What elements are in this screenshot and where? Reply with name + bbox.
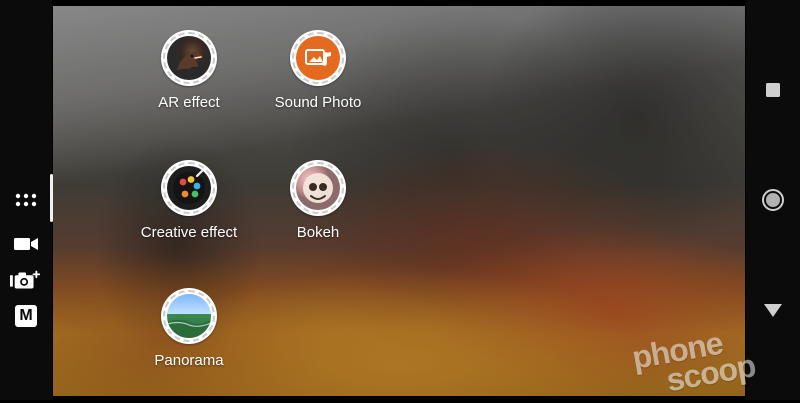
video-camera-icon [14,238,38,250]
mode-grid-button[interactable] [10,186,42,214]
bokeh-icon [296,166,340,210]
circle-icon [762,189,784,211]
home-button[interactable] [746,180,800,220]
manual-label: M [19,307,33,324]
panorama-label: Panorama [154,352,224,369]
mode-camera-plus-button[interactable] [10,266,42,294]
mode-manual-button[interactable]: M [10,302,42,330]
square-icon [766,83,780,97]
menu-item-panorama[interactable]: Panorama [109,288,269,370]
mode-video-button[interactable] [10,230,42,258]
creative-effect-button[interactable] [161,160,217,216]
recents-button[interactable] [746,70,800,110]
menu-item-sound-photo[interactable]: Sound Photo [238,30,398,112]
ar-effect-button[interactable] [161,30,217,86]
panorama-button[interactable] [161,288,217,344]
manual-icon: M [15,305,37,327]
sound-photo-label: Sound Photo [274,94,362,111]
palette-icon [167,166,211,210]
bokeh-button[interactable] [290,160,346,216]
menu-item-bokeh[interactable]: Bokeh [238,160,398,242]
left-mode-rail: M [0,0,53,400]
grid-icon [15,193,37,207]
panorama-icon [167,294,211,338]
bokeh-label: Bokeh [296,224,340,241]
camera-plus-icon [10,270,41,289]
triangle-icon [764,304,782,317]
sound-photo-icon [296,36,340,80]
sound-photo-button[interactable] [290,30,346,86]
dinosaur-icon [167,36,211,80]
